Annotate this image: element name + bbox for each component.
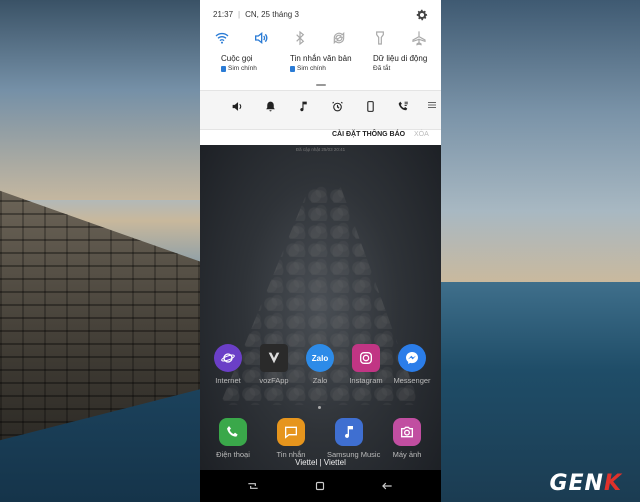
status-date: CN, 25 tháng 3 [245, 10, 299, 19]
zalo-icon: Zalo [306, 344, 334, 372]
music-app-icon [335, 418, 363, 446]
camera-app-icon [393, 418, 421, 446]
card-mobile-data[interactable]: Dữ liệu di động Đã tắt [373, 54, 427, 72]
background-sky-right [441, 0, 640, 282]
bluetooth-icon[interactable] [290, 28, 310, 48]
card-mobile-data-title: Dữ liệu di động [373, 54, 428, 63]
card-sms-title: Tin nhắn văn bản [290, 54, 352, 63]
phone-app-icon [219, 418, 247, 446]
lock-info: Đã cập nhật 25/03 20:41 [295, 147, 346, 152]
app-zalo[interactable]: Zalo Zalo [298, 344, 342, 385]
drag-handle[interactable] [316, 84, 326, 86]
navigation-bar [200, 470, 441, 502]
logo-prefix: GEN [549, 471, 604, 496]
app-internet[interactable]: Internet [206, 344, 250, 385]
quick-settings-row [200, 28, 441, 50]
app-messenger[interactable]: Messenger [390, 344, 434, 385]
card-sms[interactable]: Tin nhắn văn bản Sim chính [290, 54, 352, 72]
app-messages[interactable]: Tin nhắn [269, 418, 313, 459]
app-label: Messenger [393, 376, 431, 385]
back-icon[interactable] [380, 479, 394, 493]
background-stone-wall [0, 190, 205, 441]
card-calls-title: Cuộc gọi [221, 54, 253, 63]
vozfapp-icon [260, 344, 288, 372]
phone-icon[interactable] [364, 100, 380, 116]
sound-icon[interactable] [251, 28, 271, 48]
app-samsung-music[interactable]: Samsung Music [327, 418, 380, 459]
internet-icon [214, 344, 242, 372]
messenger-icon [398, 344, 426, 372]
sound-mode-row [200, 100, 441, 116]
card-calls-sub: Sim chính [228, 65, 257, 72]
auto-rotate-icon[interactable] [329, 28, 349, 48]
app-instagram[interactable]: Instagram [344, 344, 388, 385]
instagram-icon [352, 344, 380, 372]
alarm-icon[interactable] [331, 100, 347, 116]
genk-logo: GENK [549, 471, 622, 496]
background-sea [441, 282, 640, 502]
app-camera[interactable]: Máy ảnh [385, 418, 429, 459]
sim-icon [221, 65, 226, 72]
background-sky-left [0, 0, 200, 200]
app-label: vozFApp [259, 376, 289, 385]
app-label: Zalo [312, 376, 328, 385]
messages-app-icon [277, 418, 305, 446]
home-button-icon[interactable] [313, 479, 327, 493]
carrier-label: Viettel | Viettel [295, 458, 346, 467]
card-calls[interactable]: Cuộc gọi Sim chính [221, 54, 257, 72]
airplane-icon[interactable] [409, 28, 429, 48]
clear-button[interactable]: XÓA [414, 131, 429, 138]
recent-apps-icon[interactable] [246, 479, 260, 493]
menu-lines-icon[interactable] [428, 95, 436, 108]
app-vozfapp[interactable]: vozFApp [252, 344, 296, 385]
card-sms-sub: Sim chính [297, 65, 326, 72]
notification-settings-button[interactable]: CÀI ĐẶT THÔNG BÁO [332, 131, 405, 138]
app-phone[interactable]: Điện thoại [211, 418, 255, 459]
app-label: Internet [215, 376, 241, 385]
phone-screen: 21:37 | CN, 25 tháng 3 Cuộc gọi Sim chín… [200, 0, 441, 502]
wifi-icon[interactable] [212, 28, 232, 48]
call-icon[interactable] [397, 100, 413, 116]
page-indicator [318, 406, 321, 409]
logo-suffix: K [603, 471, 622, 496]
app-label: Instagram [349, 376, 383, 385]
music-note-icon[interactable] [297, 100, 313, 116]
gear-icon[interactable] [415, 8, 429, 22]
status-separator: | [238, 10, 241, 19]
volume-icon[interactable] [231, 100, 247, 116]
card-mobile-data-sub: Đã tắt [373, 65, 391, 72]
bell-icon[interactable] [264, 100, 280, 116]
status-bar: 21:37 | CN, 25 tháng 3 [213, 10, 299, 19]
sim-icon [290, 65, 295, 72]
status-time: 21:37 [213, 10, 234, 19]
flashlight-icon[interactable] [370, 28, 390, 48]
